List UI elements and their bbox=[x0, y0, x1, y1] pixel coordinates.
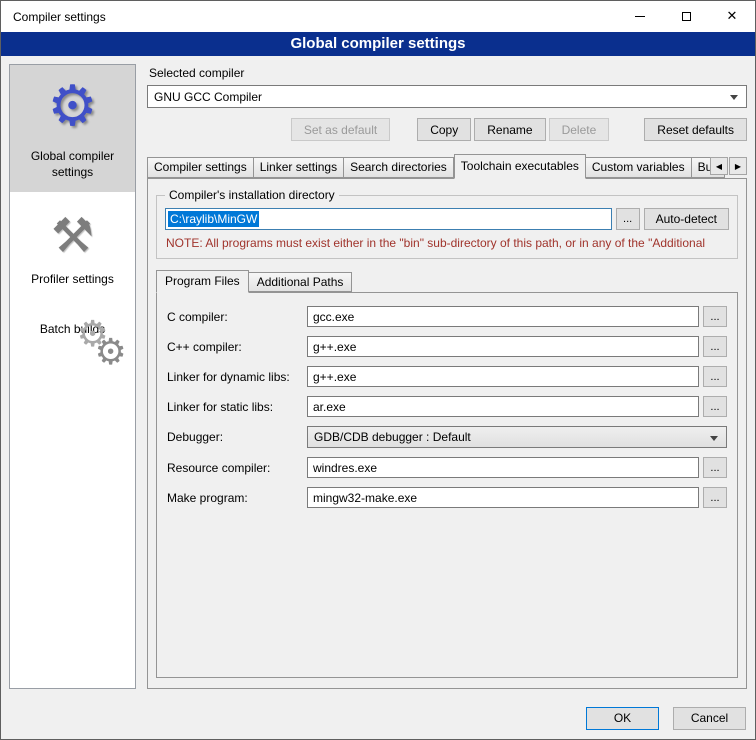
c-compiler-label: C compiler: bbox=[167, 310, 307, 324]
minimize-icon bbox=[635, 16, 645, 17]
make-program-label: Make program: bbox=[167, 491, 307, 505]
chevron-down-icon bbox=[710, 436, 718, 441]
installation-directory-groupbox: Compiler's installation directory C:\ray… bbox=[156, 188, 738, 259]
resource-compiler-label: Resource compiler: bbox=[167, 461, 307, 475]
close-icon: ✕ bbox=[727, 10, 738, 23]
linker-dynamic-value: g++.exe bbox=[313, 370, 356, 384]
installation-directory-value: C:\raylib\MinGW bbox=[168, 211, 259, 227]
sidebar-item-profiler-settings[interactable]: ⚒ Profiler settings bbox=[10, 192, 135, 300]
maximize-button[interactable] bbox=[663, 1, 709, 32]
installation-directory-browse-button[interactable]: ... bbox=[616, 208, 640, 230]
tab-linker-settings[interactable]: Linker settings bbox=[254, 157, 344, 178]
installation-directory-input[interactable]: C:\raylib\MinGW bbox=[165, 208, 612, 230]
tab-scroll-right-button[interactable]: ▶ bbox=[729, 157, 747, 175]
installation-directory-legend: Compiler's installation directory bbox=[165, 188, 339, 202]
cpp-compiler-label: C++ compiler: bbox=[167, 340, 307, 354]
linker-static-browse-button[interactable]: ... bbox=[703, 396, 727, 417]
tab-custom-variables[interactable]: Custom variables bbox=[586, 157, 692, 178]
tab-search-directories[interactable]: Search directories bbox=[344, 157, 454, 178]
linker-dynamic-input[interactable]: g++.exe bbox=[307, 366, 699, 387]
sidebar-item-label: Profiler settings bbox=[14, 272, 131, 288]
resource-compiler-value: windres.exe bbox=[313, 461, 377, 475]
linker-dynamic-label: Linker for dynamic libs: bbox=[167, 370, 307, 384]
cpp-compiler-value: g++.exe bbox=[313, 340, 356, 354]
auto-detect-button[interactable]: Auto-detect bbox=[644, 208, 729, 230]
ok-button[interactable]: OK bbox=[586, 707, 659, 730]
rename-button[interactable]: Rename bbox=[474, 118, 545, 141]
make-program-input[interactable]: mingw32-make.exe bbox=[307, 487, 699, 508]
caption-buttons: ✕ bbox=[617, 1, 755, 32]
cpp-compiler-row: C++ compiler: g++.exe ... bbox=[167, 336, 727, 357]
linker-static-row: Linker for static libs: ar.exe ... bbox=[167, 396, 727, 417]
delete-button[interactable]: Delete bbox=[549, 118, 610, 141]
chevron-down-icon bbox=[730, 95, 738, 100]
debugger-row: Debugger: GDB/CDB debugger : Default bbox=[167, 426, 727, 448]
maximize-icon bbox=[682, 12, 691, 21]
installation-directory-row: C:\raylib\MinGW ... Auto-detect bbox=[165, 208, 729, 230]
compiler-settings-window: Compiler settings ✕ Global compiler sett… bbox=[0, 0, 756, 740]
make-program-row: Make program: mingw32-make.exe ... bbox=[167, 487, 727, 508]
debugger-select-value: GDB/CDB debugger : Default bbox=[314, 430, 471, 444]
copy-button[interactable]: Copy bbox=[417, 118, 471, 141]
tab-toolchain-executables[interactable]: Toolchain executables bbox=[454, 154, 586, 179]
resource-compiler-input[interactable]: windres.exe bbox=[307, 457, 699, 478]
gear-icon: ⚙ bbox=[14, 79, 131, 141]
program-files-tabstrip: Program Files Additional Paths bbox=[156, 269, 738, 292]
tab-compiler-settings[interactable]: Compiler settings bbox=[147, 157, 254, 178]
sidebar-item-label: Global compiler settings bbox=[14, 149, 131, 180]
linker-static-label: Linker for static libs: bbox=[167, 400, 307, 414]
set-as-default-button[interactable]: Set as default bbox=[291, 118, 390, 141]
sidebar-item-global-compiler-settings[interactable]: ⚙ Global compiler settings bbox=[10, 65, 135, 192]
c-compiler-row: C compiler: gcc.exe ... bbox=[167, 306, 727, 327]
c-compiler-input[interactable]: gcc.exe bbox=[307, 306, 699, 327]
cancel-button[interactable]: Cancel bbox=[673, 707, 746, 730]
dialog-body: ⚙ Global compiler settings ⚒ Profiler se… bbox=[1, 56, 755, 697]
main-panel: Selected compiler GNU GCC Compiler Set a… bbox=[147, 64, 747, 689]
subtab-additional-paths[interactable]: Additional Paths bbox=[249, 272, 353, 292]
settings-tabstrip: Compiler settings Linker settings Search… bbox=[147, 153, 747, 178]
linker-dynamic-row: Linker for dynamic libs: g++.exe ... bbox=[167, 366, 727, 387]
settings-sidebar: ⚙ Global compiler settings ⚒ Profiler se… bbox=[9, 64, 136, 689]
resource-compiler-row: Resource compiler: windres.exe ... bbox=[167, 457, 727, 478]
dialog-footer: OK Cancel bbox=[1, 697, 755, 739]
program-files-page: C compiler: gcc.exe ... C++ compiler: g+… bbox=[156, 292, 738, 678]
bin-subdirectory-note: NOTE: All programs must exist either in … bbox=[166, 236, 728, 250]
make-program-value: mingw32-make.exe bbox=[313, 491, 417, 505]
compiler-button-row: Set as default Copy Rename Delete Reset … bbox=[147, 118, 747, 141]
c-compiler-browse-button[interactable]: ... bbox=[703, 306, 727, 327]
cpp-compiler-browse-button[interactable]: ... bbox=[703, 336, 727, 357]
debugger-label: Debugger: bbox=[167, 430, 307, 444]
tab-scroll-buttons: ◀ ▶ bbox=[710, 157, 747, 175]
c-compiler-value: gcc.exe bbox=[313, 310, 354, 324]
selected-compiler-label: Selected compiler bbox=[149, 66, 747, 80]
dialog-header: Global compiler settings bbox=[1, 32, 755, 56]
compiler-select-value: GNU GCC Compiler bbox=[154, 90, 262, 104]
subtab-program-files[interactable]: Program Files bbox=[156, 270, 249, 293]
titlebar: Compiler settings ✕ bbox=[1, 1, 755, 32]
toolchain-executables-page: Compiler's installation directory C:\ray… bbox=[147, 178, 747, 689]
compiler-select[interactable]: GNU GCC Compiler bbox=[147, 85, 747, 108]
cpp-compiler-input[interactable]: g++.exe bbox=[307, 336, 699, 357]
reset-defaults-button[interactable]: Reset defaults bbox=[644, 118, 747, 141]
resource-compiler-browse-button[interactable]: ... bbox=[703, 457, 727, 478]
tab-scroll-left-button[interactable]: ◀ bbox=[710, 157, 728, 175]
window-title: Compiler settings bbox=[1, 10, 617, 24]
debugger-select[interactable]: GDB/CDB debugger : Default bbox=[307, 426, 727, 448]
linker-static-input[interactable]: ar.exe bbox=[307, 396, 699, 417]
linker-static-value: ar.exe bbox=[313, 400, 346, 414]
minimize-button[interactable] bbox=[617, 1, 663, 32]
make-program-browse-button[interactable]: ... bbox=[703, 487, 727, 508]
profiler-icon: ⚒ bbox=[14, 206, 131, 264]
close-button[interactable]: ✕ bbox=[709, 1, 755, 32]
gear-icon: ⚙ bbox=[95, 332, 127, 373]
linker-dynamic-browse-button[interactable]: ... bbox=[703, 366, 727, 387]
sidebar-item-batch-builds[interactable]: ⚙ ⚙ Batch builds bbox=[10, 300, 135, 350]
